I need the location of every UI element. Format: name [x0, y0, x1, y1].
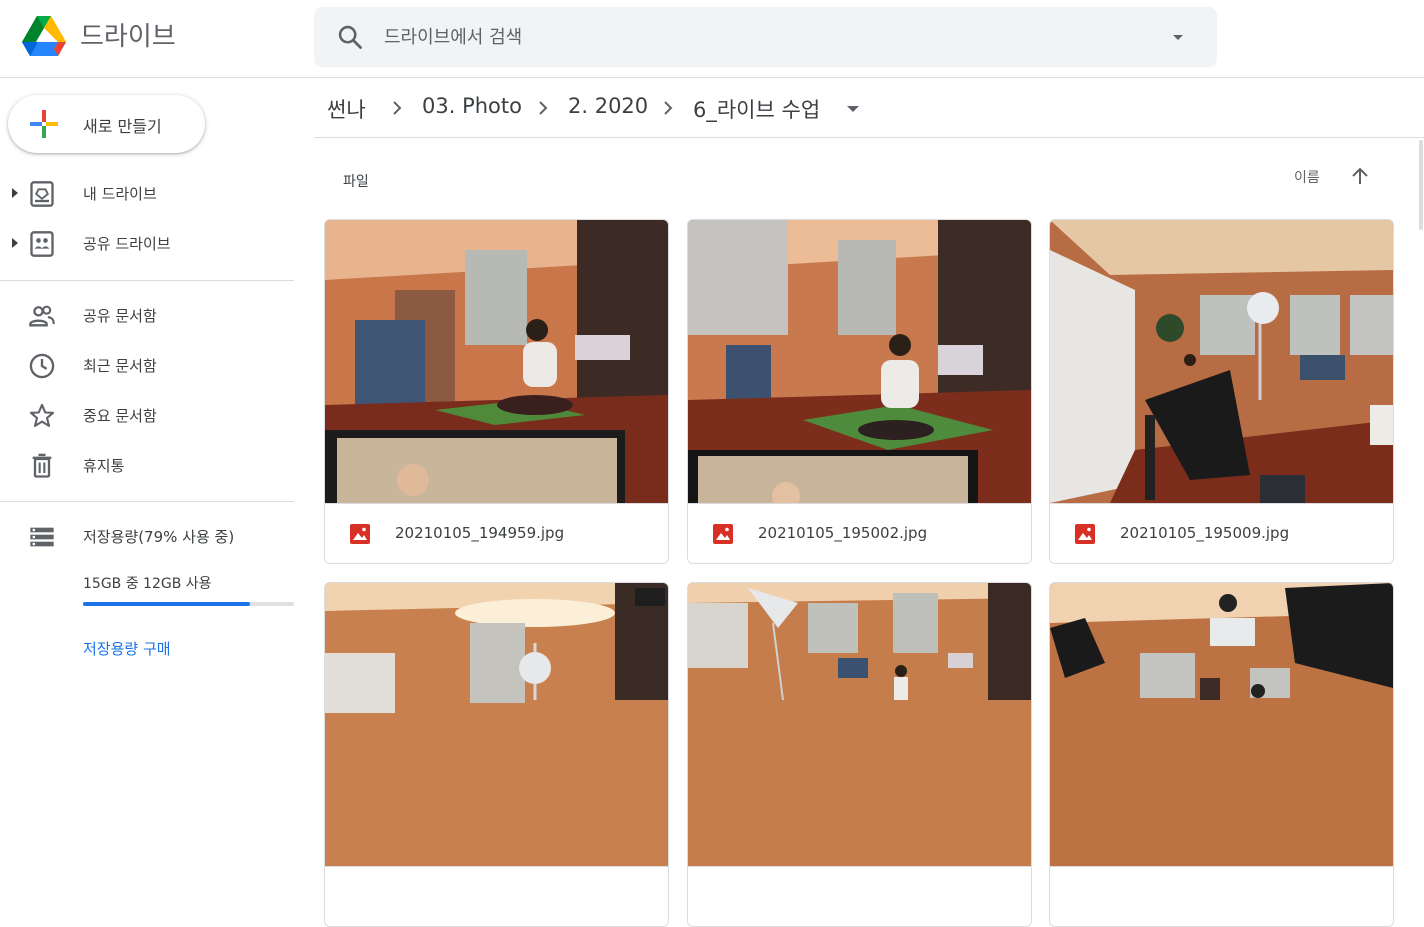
clock-icon: [29, 353, 55, 379]
file-name: 20210105_195009.jpg: [1120, 524, 1290, 542]
breadcrumb-item[interactable]: 2. 2020: [568, 94, 648, 118]
file-card-footer: 20210105_194959.jpg: [325, 503, 668, 563]
file-card[interactable]: 20210105_195002.jpg: [687, 219, 1032, 564]
image-thumbnail: [688, 583, 1031, 866]
section-label-files: 파일: [343, 174, 369, 190]
new-button-label: 새로 만들기: [83, 117, 162, 136]
sidebar-item-trash[interactable]: 휴지통: [0, 443, 300, 487]
expand-caret-icon[interactable]: [10, 236, 20, 250]
my-drive-icon: [30, 181, 54, 207]
sidebar-item-label: 저장용량(79% 사용 중): [83, 528, 235, 546]
sidebar-item-shared-with-me[interactable]: 공유 문서함: [0, 293, 300, 337]
app-name[interactable]: 드라이브: [80, 16, 176, 53]
storage-progress-bar: [83, 602, 294, 606]
breadcrumb-item[interactable]: 03. Photo: [422, 94, 522, 118]
file-card[interactable]: [687, 582, 1032, 927]
sidebar-item-starred[interactable]: 중요 문서함: [0, 393, 300, 437]
expand-caret-icon[interactable]: [10, 186, 20, 200]
sidebar-item-label: 공유 문서함: [83, 307, 157, 325]
file-name: 20210105_194959.jpg: [395, 524, 565, 542]
chevron-right-icon: [664, 101, 673, 115]
sidebar: 새로 만들기 내 드라이브 공유 드라이브 공유 문서함 최근 문서함 중요 문…: [0, 78, 300, 699]
file-card[interactable]: 20210105_194959.jpg: [324, 219, 669, 564]
file-card[interactable]: [1049, 582, 1394, 927]
scrollbar-thumb[interactable]: [1419, 140, 1423, 230]
top-bar: 드라이브: [0, 0, 1424, 78]
image-thumbnail: [325, 583, 668, 866]
sidebar-item-label: 중요 문서함: [83, 407, 157, 425]
file-card[interactable]: 20210105_195009.jpg: [1049, 219, 1394, 564]
buy-storage-link[interactable]: 저장용량 구매: [83, 638, 171, 659]
breadcrumb: 썬나 03. Photo 2. 2020 6_라이브 수업: [314, 78, 1424, 138]
new-button[interactable]: 새로 만들기: [8, 95, 205, 153]
plus-icon: [30, 110, 58, 138]
storage-usage-text: 15GB 중 12GB 사용: [83, 576, 212, 592]
sidebar-item-label: 내 드라이브: [83, 185, 157, 203]
people-icon: [29, 305, 55, 327]
search-options-dropdown-icon[interactable]: [1166, 25, 1190, 49]
star-icon: [29, 403, 55, 427]
file-card-footer: [1050, 866, 1393, 926]
file-name: 20210105_195002.jpg: [758, 524, 928, 542]
image-file-icon: [1075, 524, 1095, 544]
sidebar-divider: [0, 501, 294, 502]
image-thumbnail: [688, 220, 1031, 503]
search-input[interactable]: [384, 19, 1144, 55]
drive-logo-icon[interactable]: [20, 14, 68, 58]
image-file-icon: [350, 524, 370, 544]
file-card[interactable]: [324, 582, 669, 927]
storage-icon: [30, 527, 54, 547]
sidebar-item-recent[interactable]: 최근 문서함: [0, 343, 300, 387]
shared-drives-icon: [30, 231, 54, 257]
file-card-footer: [688, 866, 1031, 926]
breadcrumb-item[interactable]: 썬나: [327, 94, 366, 124]
sidebar-item-shared-drives[interactable]: 공유 드라이브: [0, 221, 300, 265]
arrow-up-icon[interactable]: [1349, 165, 1371, 187]
sidebar-item-label: 공유 드라이브: [83, 235, 171, 253]
sidebar-divider: [0, 280, 294, 281]
sidebar-item-storage[interactable]: 저장용량(79% 사용 중): [0, 514, 300, 558]
image-file-icon: [713, 524, 733, 544]
file-card-footer: 20210105_195009.jpg: [1050, 503, 1393, 563]
sidebar-item-label: 최근 문서함: [83, 357, 157, 375]
trash-icon: [32, 453, 52, 478]
image-thumbnail: [1050, 583, 1393, 866]
search-icon[interactable]: [336, 23, 364, 51]
folder-dropdown-icon[interactable]: [846, 104, 860, 114]
file-card-footer: 20210105_195002.jpg: [688, 503, 1031, 563]
storage-progress-fill: [83, 602, 250, 606]
image-thumbnail: [325, 220, 668, 503]
sidebar-item-label: 휴지통: [83, 457, 125, 475]
file-card-footer: [325, 866, 668, 926]
sidebar-item-my-drive[interactable]: 내 드라이브: [0, 171, 300, 215]
breadcrumb-current-folder[interactable]: 6_라이브 수업: [693, 94, 820, 124]
chevron-right-icon: [393, 101, 402, 115]
chevron-right-icon: [539, 101, 548, 115]
sort-by-name-button[interactable]: 이름: [1294, 167, 1320, 187]
search-bar[interactable]: [314, 7, 1217, 67]
image-thumbnail: [1050, 220, 1393, 503]
